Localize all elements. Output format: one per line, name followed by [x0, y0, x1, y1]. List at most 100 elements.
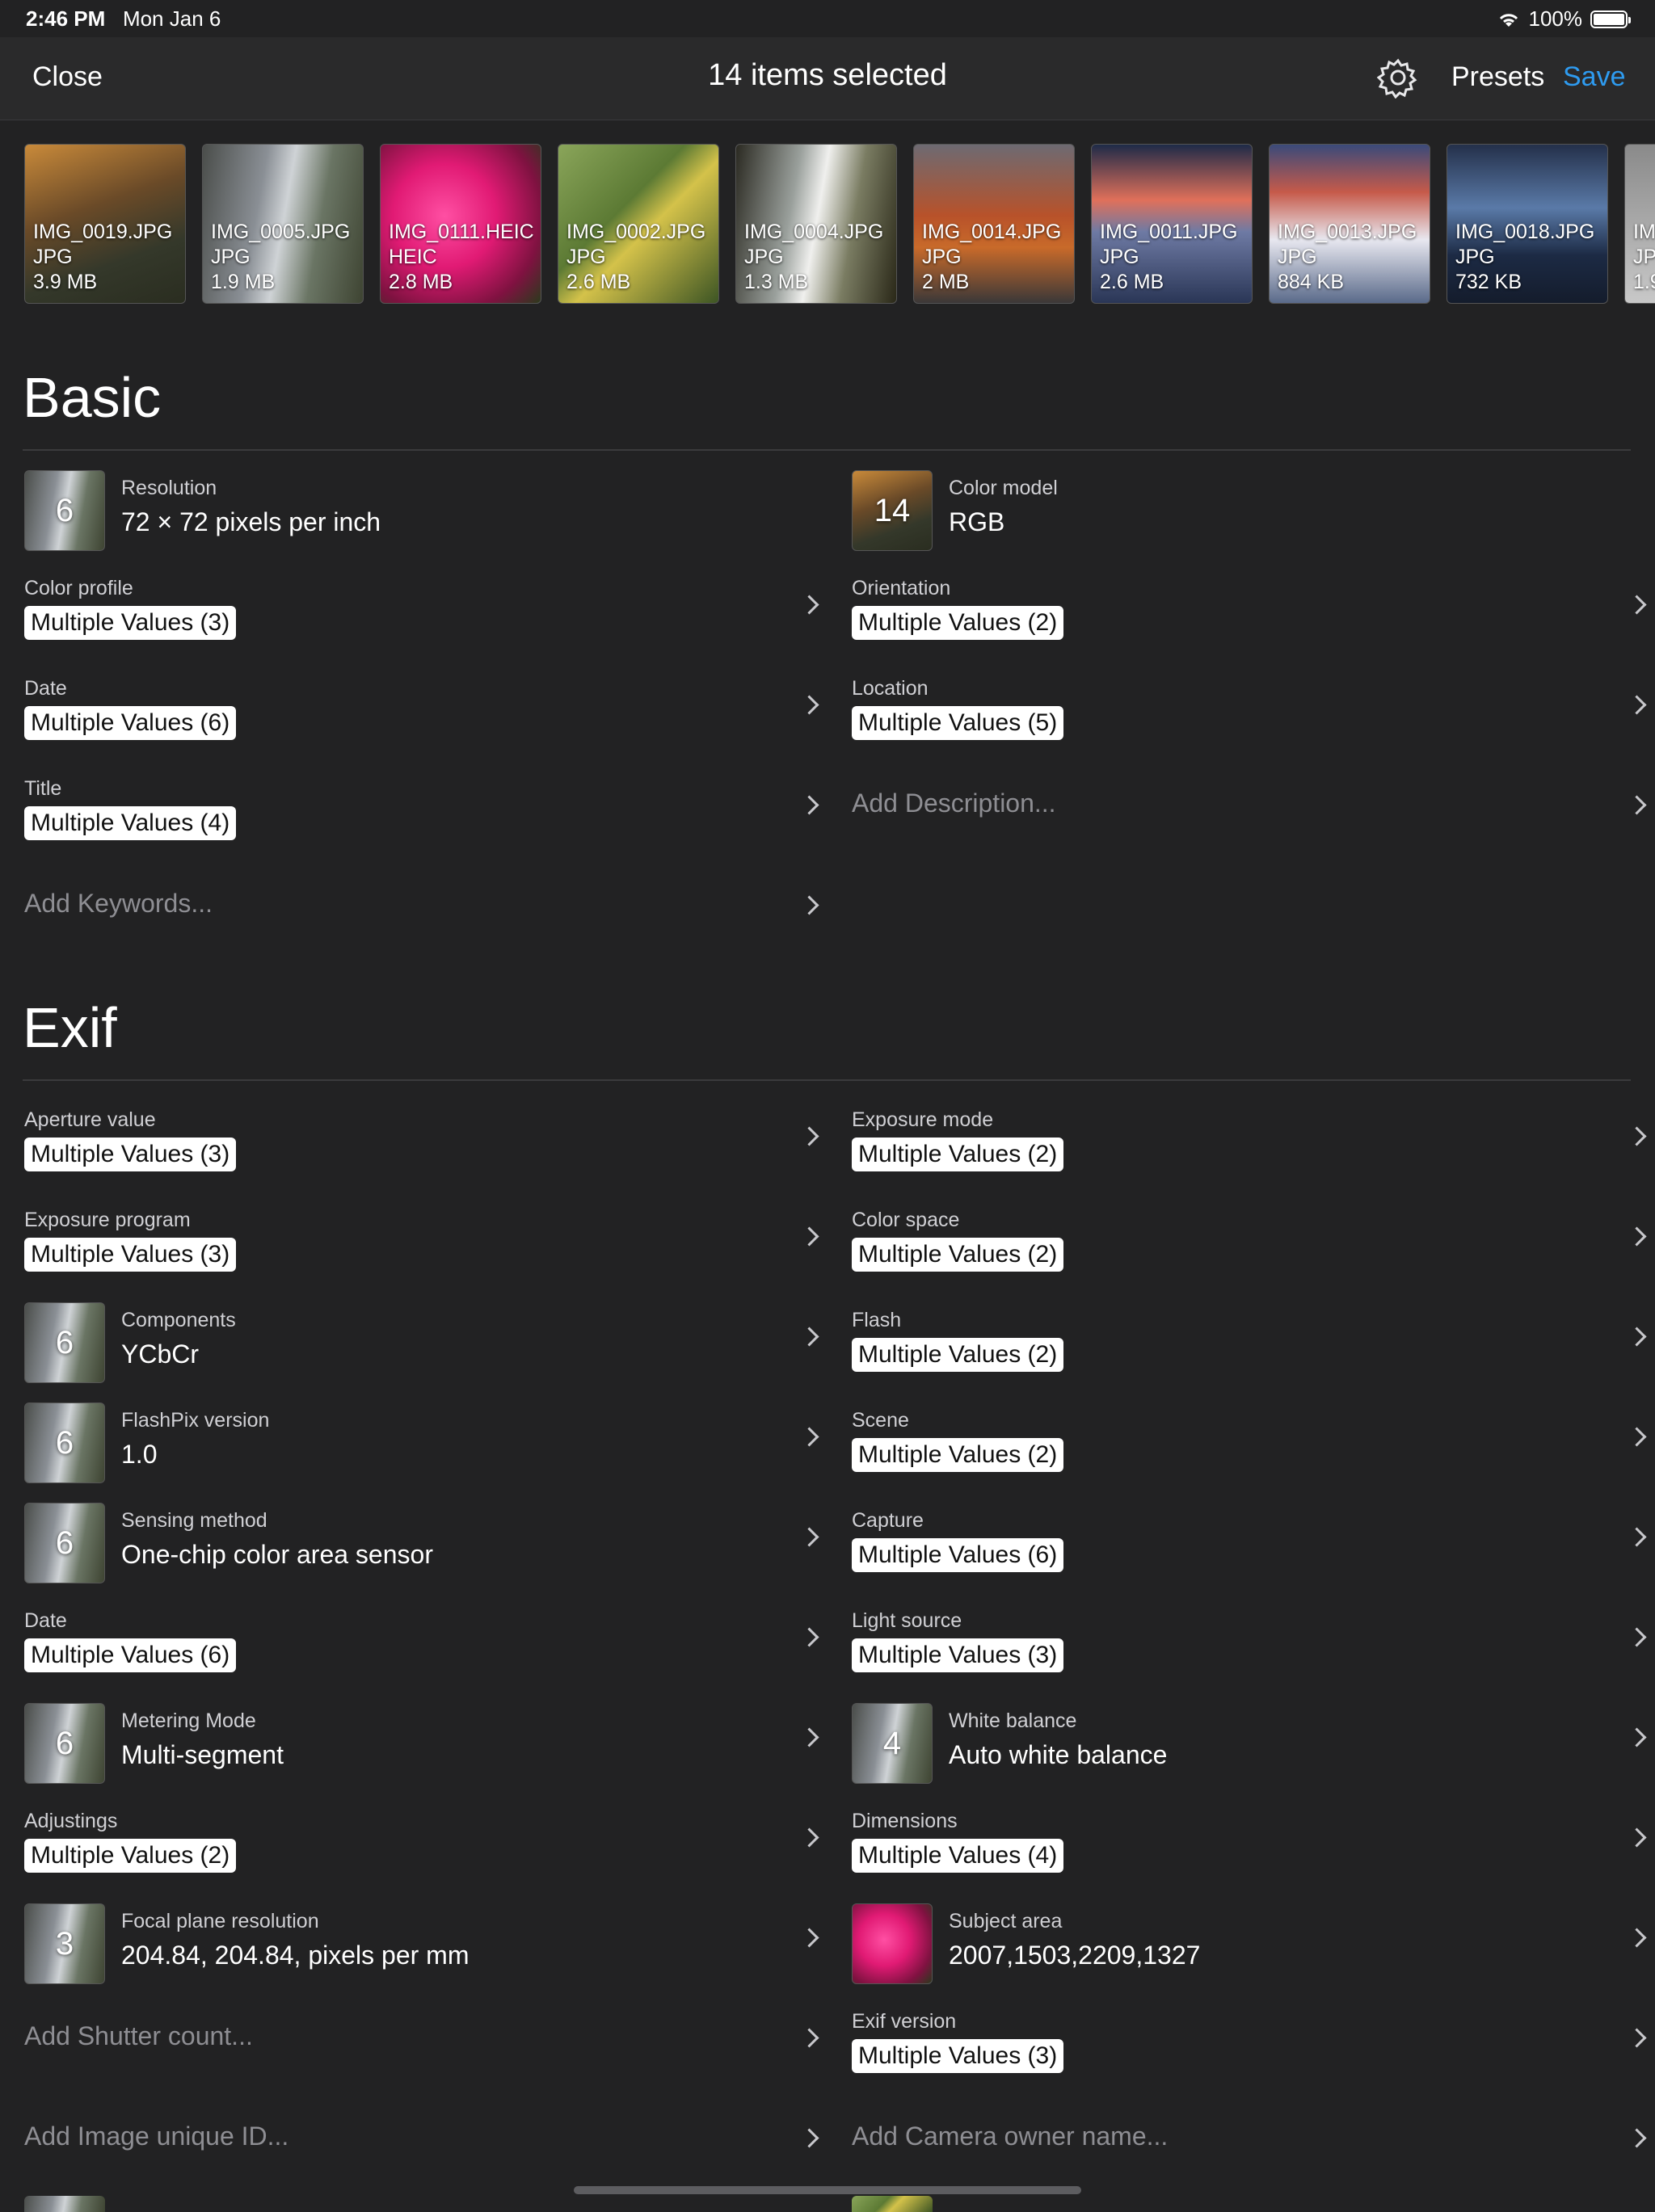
multiple-values-pill: Multiple Values (2)	[852, 1238, 1064, 1272]
thumb-type: JPG	[744, 246, 784, 268]
thumb-type: HEIC	[389, 246, 437, 268]
section-title-exif: Exif	[23, 996, 117, 1059]
field-label: Exif version	[852, 2010, 957, 2033]
image-count-badge: 3	[24, 1903, 105, 1984]
thumbnail[interactable]: IMG_0011.JPG JPG 2.6 MB	[1091, 144, 1253, 304]
chevron-right-icon[interactable]	[799, 1827, 819, 1848]
thumbnail[interactable]: IMG_0018.JPG JPG 732 KB	[1447, 144, 1608, 304]
field-value: 72 × 72 pixels per inch	[121, 507, 381, 536]
chevron-right-icon[interactable]	[799, 795, 819, 815]
chevron-right-icon[interactable]	[799, 1627, 819, 1647]
add-camera-owner-placeholder[interactable]: Add Camera owner name...	[852, 2122, 1168, 2151]
add-keywords-placeholder[interactable]: Add Keywords...	[24, 889, 213, 919]
thumb-filename: IMG_0111.HEIC	[389, 221, 534, 243]
thumb-filename: IMG_0004.JPG	[744, 221, 884, 243]
thumb-size: 2.6 MB	[1100, 271, 1164, 293]
image-count-badge: 6	[24, 1503, 105, 1583]
chevron-right-icon[interactable]	[1627, 2028, 1647, 2048]
home-indicator[interactable]	[574, 2186, 1081, 2194]
thumb-size: 2.6 MB	[566, 271, 631, 293]
field-label: Focal plane resolution	[121, 1910, 319, 1932]
chevron-right-icon[interactable]	[799, 595, 819, 615]
multiple-values-pill: Multiple Values (3)	[24, 606, 237, 640]
field-label: Sensing method	[121, 1509, 267, 1532]
multiple-values-pill: Multiple Values (5)	[852, 706, 1064, 740]
chevron-right-icon[interactable]	[1627, 1527, 1647, 1547]
field-label: Metering Mode	[121, 1709, 256, 1732]
status-right: 100%	[1497, 6, 1631, 32]
chevron-right-icon[interactable]	[799, 1928, 819, 1948]
thumbnail[interactable]: IMG_0005.JPG JPG 1.9 MB	[202, 144, 364, 304]
thumb-filename: IMG_0018.JPG	[1455, 221, 1595, 243]
chevron-right-icon[interactable]	[1627, 1126, 1647, 1146]
multiple-values-pill: Multiple Values (3)	[852, 1638, 1064, 1672]
thumb-size: 1.9 MB	[211, 271, 276, 293]
thumbnail[interactable]: IMG_0014.JPG JPG 2 MB	[913, 144, 1075, 304]
multiple-values-pill: Multiple Values (3)	[24, 1238, 237, 1272]
thumb-size: 732 KB	[1455, 271, 1522, 293]
chevron-right-icon[interactable]	[799, 1327, 819, 1347]
thumb-size: 2.8 MB	[389, 271, 453, 293]
chevron-right-icon[interactable]	[1627, 795, 1647, 815]
thumbnail-strip[interactable]: IMG_0019.JPG JPG 3.9 MB IMG_0005.JPG JPG 1.9…	[0, 120, 1655, 318]
thumbnail[interactable]: IMG_0002.JPG JPG 2.6 MB	[558, 144, 719, 304]
save-button[interactable]: Save	[1563, 61, 1626, 93]
chevron-right-icon[interactable]	[1627, 2128, 1647, 2148]
chevron-right-icon[interactable]	[799, 1727, 819, 1747]
chevron-right-icon[interactable]	[1627, 1427, 1647, 1447]
thumb-type: JPG	[211, 246, 251, 268]
chevron-right-icon[interactable]	[1627, 595, 1647, 615]
chevron-right-icon[interactable]	[1627, 1226, 1647, 1247]
add-image-unique-id-placeholder[interactable]: Add Image unique ID...	[24, 2122, 288, 2151]
gear-icon[interactable]	[1377, 57, 1419, 99]
field-label: Adjustings	[24, 1810, 118, 1832]
field-label: Exposure mode	[852, 1108, 994, 1131]
chevron-right-icon[interactable]	[799, 2028, 819, 2048]
chevron-right-icon[interactable]	[1627, 1627, 1647, 1647]
field-label: Scene	[852, 1409, 909, 1432]
chevron-right-icon[interactable]	[799, 2128, 819, 2148]
field-value: Auto white balance	[949, 1740, 1168, 1769]
thumbnail[interactable]: IMG_0013.JPG JPG 884 KB	[1269, 144, 1430, 304]
next-row-thumbnail	[24, 2196, 105, 2212]
presets-button[interactable]: Presets	[1451, 61, 1544, 93]
add-description-placeholder[interactable]: Add Description...	[852, 788, 1056, 818]
thumbnail[interactable]: IMG_0111.HEIC HEIC 2.8 MB	[380, 144, 541, 304]
thumb-filename: IMG_0002.JPG	[566, 221, 706, 243]
thumb-size: 1.9	[1633, 271, 1655, 293]
image-count-badge: 6	[24, 1703, 105, 1784]
chevron-right-icon[interactable]	[799, 1126, 819, 1146]
field-label: White balance	[949, 1709, 1077, 1732]
chevron-right-icon[interactable]	[1627, 1327, 1647, 1347]
image-count-badge: 14	[852, 470, 933, 551]
thumb-size: 884 KB	[1278, 271, 1345, 293]
thumb-filename: IMG_0005.JPG	[211, 221, 351, 243]
field-label: FlashPix version	[121, 1409, 270, 1432]
field-value: YCbCr	[121, 1339, 200, 1369]
multiple-values-pill: Multiple Values (2)	[852, 1438, 1064, 1472]
chevron-right-icon[interactable]	[1627, 1928, 1647, 1948]
chevron-right-icon[interactable]	[799, 1226, 819, 1247]
thumb-type: JPG	[1455, 246, 1495, 268]
field-label: Color model	[949, 477, 1058, 499]
chevron-right-icon[interactable]	[799, 895, 819, 915]
chevron-right-icon[interactable]	[799, 1527, 819, 1547]
chevron-right-icon[interactable]	[1627, 1727, 1647, 1747]
thumb-filename: IMG_0014.JPG	[922, 221, 1062, 243]
field-label: Components	[121, 1309, 236, 1331]
wifi-icon	[1499, 13, 1518, 27]
chevron-right-icon[interactable]	[1627, 695, 1647, 715]
thumbnail[interactable]: IMG_0004.JPG JPG 1.3 MB	[735, 144, 897, 304]
chevron-right-icon[interactable]	[1627, 1827, 1647, 1848]
thumbnail[interactable]: IM JP 1.9	[1624, 144, 1655, 304]
field-value: 204.84, 204.84, pixels per mm	[121, 1941, 470, 1970]
chevron-right-icon[interactable]	[799, 1427, 819, 1447]
chevron-right-icon[interactable]	[799, 695, 819, 715]
field-label: Orientation	[852, 577, 951, 599]
thumb-size: 1.3 MB	[744, 271, 809, 293]
thumb-size: 2 MB	[922, 271, 970, 293]
thumbnail[interactable]: IMG_0019.JPG JPG 3.9 MB	[24, 144, 186, 304]
thumb-type: JPG	[1100, 246, 1139, 268]
add-shutter-count-placeholder[interactable]: Add Shutter count...	[24, 2021, 253, 2051]
multiple-values-pill: Multiple Values (3)	[852, 2039, 1064, 2073]
